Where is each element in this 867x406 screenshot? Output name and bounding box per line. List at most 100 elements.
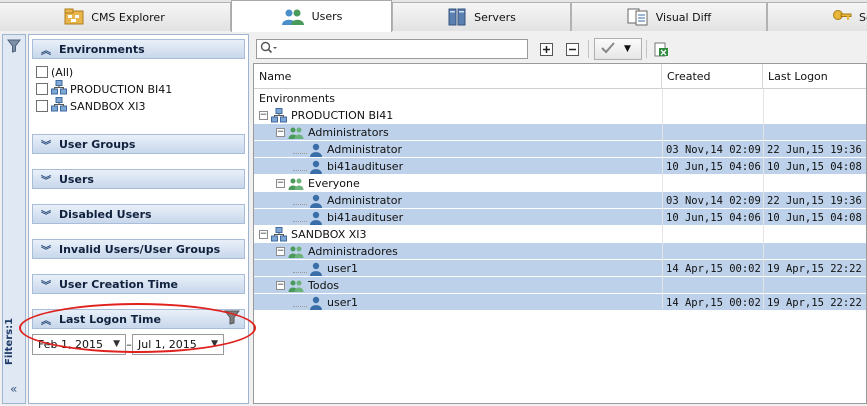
section-invalid-users[interactable]: ︾ Invalid Users/User Groups (32, 239, 245, 259)
chevron-up-icon: ︽ (41, 45, 51, 57)
name-cell: − Administrators (276, 124, 659, 141)
tab-label: Users (311, 10, 343, 23)
users-tree-grid: Name Created Last Logon Environments − PRO… (253, 63, 867, 404)
tab-servers[interactable]: Servers (392, 2, 571, 31)
last-logon-cell (763, 277, 866, 294)
name-cell: Administrator (293, 141, 659, 158)
table-row[interactable]: − PRODUCTION BI41 (254, 107, 866, 124)
chevron-down-icon: ▼ (624, 44, 631, 54)
table-row[interactable]: Administrator 03 Nov,14 02:09 22 Jun,15 19… (254, 192, 866, 209)
section-title: Environments (59, 42, 145, 56)
export-excel-button[interactable] (652, 39, 671, 59)
name-cell: − Todos (276, 277, 659, 294)
column-divider (763, 89, 764, 309)
column-header-created[interactable]: Created (662, 64, 763, 89)
name-cell: − PRODUCTION BI41 (259, 107, 659, 124)
collapse-panel-icon[interactable]: « (10, 383, 17, 395)
tree-collapse-icon[interactable]: − (259, 111, 268, 120)
tab-label: Se (859, 10, 867, 24)
table-row[interactable]: bi41audituser 10 Jun,15 04:06 10 Jun,15 04… (254, 158, 866, 175)
collapse-all-button[interactable] (563, 39, 582, 59)
env-item-sandbox[interactable]: SANDBOX XI3 (36, 97, 146, 115)
table-row[interactable]: − Todos (254, 277, 866, 294)
select-options-dropdown[interactable]: ▼ (594, 38, 642, 60)
to-date-value: Jul 1, 2015 (138, 337, 197, 351)
tree-collapse-icon[interactable]: − (276, 281, 285, 290)
name-cell: Administrator (293, 192, 659, 209)
section-environments[interactable]: ︽ Environments (32, 39, 245, 59)
table-row[interactable]: − Administrators (254, 124, 866, 141)
row-name-label: bi41audituser (327, 211, 404, 224)
row-name-label: Todos (308, 279, 340, 292)
section-user-creation-time[interactable]: ︾ User Creation Time (32, 274, 245, 294)
tree-collapse-icon[interactable]: − (276, 128, 285, 137)
from-date-dropdown[interactable]: Feb 1, 2015 ▼ (32, 333, 126, 355)
table-row[interactable]: Administrator 03 Nov,14 02:09 22 Jun,15 19… (254, 141, 866, 158)
grid-header: Name Created Last Logon (254, 64, 866, 89)
filter-funnel-icon[interactable] (7, 39, 21, 56)
server-network-icon (51, 97, 67, 115)
tab-security[interactable]: Se (767, 2, 867, 31)
table-row[interactable]: Environments (254, 90, 866, 107)
name-cell: user1 (293, 260, 659, 277)
row-name-label: Administradores (308, 245, 398, 258)
env-item-production[interactable]: PRODUCTION BI41 (36, 80, 172, 97)
tree-connector (293, 146, 307, 154)
section-users[interactable]: ︾ Users (32, 169, 245, 189)
last-logon-cell: 22 Jun,15 19:36 (767, 143, 862, 156)
tab-cms-explorer[interactable]: CMS Explorer (0, 2, 231, 31)
row-name-label: Everyone (308, 177, 360, 190)
tree-connector (293, 197, 307, 205)
filter-active-icon[interactable] (223, 310, 241, 328)
checkbox[interactable] (36, 66, 48, 78)
tree-collapse-icon[interactable]: − (259, 230, 268, 239)
tree-collapse-icon[interactable]: − (276, 247, 285, 256)
user-icon (309, 262, 323, 276)
last-logon-range: Feb 1, 2015 ▼ – Jul 1, 2015 ▼ (32, 332, 245, 356)
checkbox[interactable] (36, 83, 48, 95)
row-name-label: PRODUCTION BI41 (291, 109, 394, 122)
section-title: User Creation Time (59, 277, 179, 291)
section-last-logon-time[interactable]: ︽ Last Logon Time (32, 309, 245, 329)
created-cell: 14 Apr,15 00:02 (666, 262, 761, 275)
name-cell: bi41audituser (293, 158, 659, 175)
to-date-dropdown[interactable]: Jul 1, 2015 ▼ (132, 333, 224, 355)
tree-connector (293, 299, 307, 307)
search-input[interactable] (256, 39, 528, 59)
section-disabled-users[interactable]: ︾ Disabled Users (32, 204, 245, 224)
expand-all-button[interactable] (537, 39, 556, 59)
tab-users[interactable]: Users (231, 0, 392, 32)
table-row[interactable]: user1 14 Apr,15 00:02 19 Apr,15 22:22 (254, 294, 866, 311)
last-logon-cell: 19 Apr,15 22:22 (767, 262, 862, 275)
table-row[interactable]: − SANDBOX XI3 (254, 226, 866, 243)
chevron-up-icon: ︽ (41, 315, 51, 327)
toolbar-separator (588, 40, 589, 58)
created-cell: 10 Jun,15 04:06 (666, 211, 761, 224)
filters-strip[interactable]: Filters:1 « (2, 34, 26, 404)
table-row[interactable]: bi41audituser 10 Jun,15 04:06 10 Jun,15 04… (254, 209, 866, 226)
checkbox[interactable] (36, 100, 48, 112)
section-user-groups[interactable]: ︾ User Groups (32, 134, 245, 154)
tab-visual-diff[interactable]: Visual Diff (571, 2, 767, 31)
env-item-label: SANDBOX XI3 (70, 99, 146, 113)
env-item-all[interactable]: (All) (36, 64, 73, 80)
user-group-icon (288, 279, 304, 293)
table-row[interactable]: user1 14 Apr,15 00:02 19 Apr,15 22:22 (254, 260, 866, 277)
table-row[interactable]: − Everyone (254, 175, 866, 192)
column-divider (662, 89, 663, 309)
row-name-label: Administrator (327, 194, 402, 207)
toolbar-separator (646, 40, 647, 58)
user-icon (309, 160, 323, 174)
created-cell: 03 Nov,14 02:09 (666, 143, 761, 156)
column-header-name[interactable]: Name (254, 64, 662, 89)
tree-collapse-icon[interactable]: − (276, 179, 285, 188)
chevron-down-icon: ︾ (41, 245, 51, 257)
user-group-icon (288, 126, 304, 140)
section-title: Users (59, 172, 94, 186)
table-row[interactable]: − Administradores (254, 243, 866, 260)
tree-connector (293, 265, 307, 273)
created-cell (662, 107, 763, 124)
column-header-last-logon[interactable]: Last Logon (763, 64, 866, 89)
tab-label: Visual Diff (655, 10, 712, 24)
chevron-down-icon: ︾ (41, 280, 51, 292)
